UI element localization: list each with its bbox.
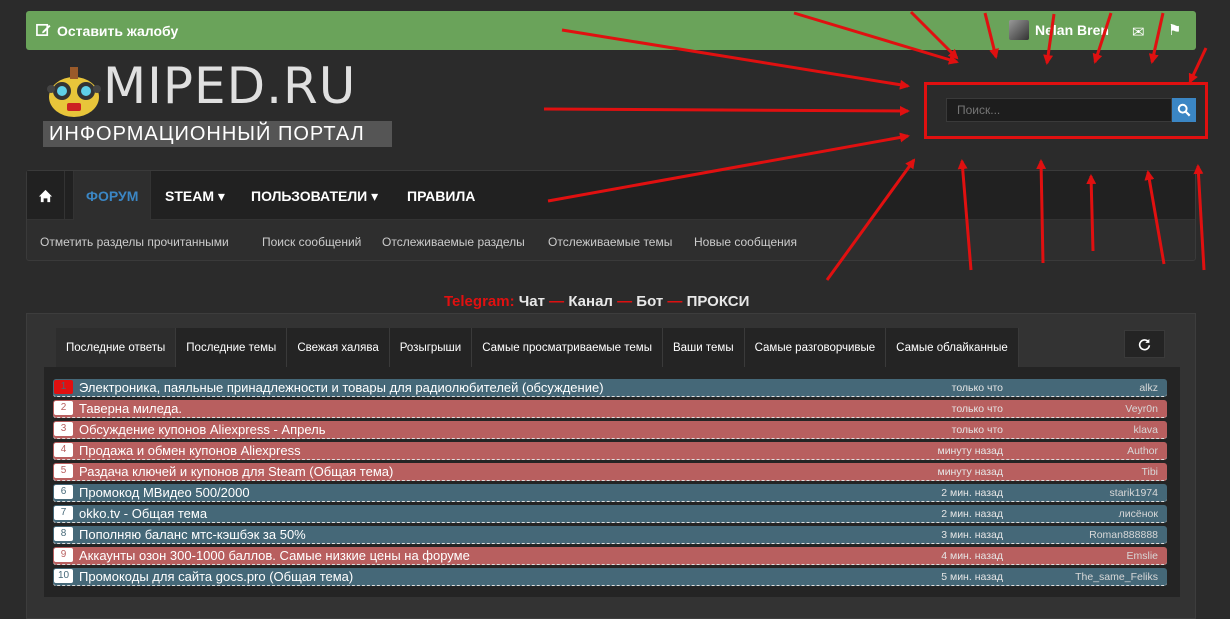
thread-time: только что [951,403,1003,415]
thread-row[interactable]: 9 Аккаунты озон 300-1000 баллов. Самые ни… [53,547,1167,565]
thread-title-link[interactable]: okko.tv - Общая тема [79,506,207,521]
mascot-logo [47,67,101,117]
thread-author-link[interactable]: The_same_Feliks [1075,571,1158,583]
thread-time: 5 мин. назад [941,571,1003,583]
thread-rank-badge: 8 [54,527,73,541]
thread-rank-badge: 9 [54,548,73,562]
thread-author-link[interactable]: Veyr0n [1125,403,1158,415]
search-button[interactable] [1172,98,1196,122]
thread-rank-badge: 3 [54,422,73,436]
thread-rank-badge: 6 [54,485,73,499]
thread-row[interactable]: 3 Обсуждение купонов Aliexpress - Апрель т… [53,421,1167,439]
new-posts-link[interactable]: Новые сообщения [694,235,797,249]
nav-users[interactable]: ПОЛЬЗОВАТЕЛИ ▾ [251,171,378,220]
thread-time: 3 мин. назад [941,529,1003,541]
nav-rules[interactable]: ПРАВИЛА [407,171,475,220]
main-navigation: ФОРУМ STEAM ▾ ПОЛЬЗОВАТЕЛИ ▾ ПРАВИЛА Отм… [26,170,1196,261]
thread-author-link[interactable]: Roman888888 [1089,529,1158,541]
nav-steam[interactable]: STEAM ▾ [165,171,225,220]
thread-row[interactable]: 8 Пополняю баланс мтс-кэшбэк за 50% 3 мин.… [53,526,1167,544]
top-bar: Оставить жалобу Nelan Bren ✉ ⚑ [26,11,1196,50]
nav-bar: ФОРУМ STEAM ▾ ПОЛЬЗОВАТЕЛИ ▾ ПРАВИЛА [27,171,1195,220]
telegram-chat-link[interactable]: Чат [519,293,545,310]
username: Nelan Bren [1035,22,1109,38]
watched-forums-link[interactable]: Отслеживаемые разделы [382,235,525,249]
tab-giveaways[interactable]: Розыгрыши [389,328,473,367]
telegram-channel-link[interactable]: Канал [568,293,613,310]
thread-title-link[interactable]: Промокоды для сайта gocs.pro (Общая тема… [79,569,353,584]
search-input[interactable] [946,98,1172,122]
tab-most-viewed[interactable]: Самые просматриваемые темы [472,328,663,367]
thread-author-link[interactable]: alkz [1139,382,1158,394]
telegram-proxy-link[interactable]: ПРОКСИ [687,293,750,310]
mark-read-link[interactable]: Отметить разделы прочитанными [40,235,229,249]
search-messages-link[interactable]: Поиск сообщений [262,235,361,249]
thread-time: 4 мин. назад [941,550,1003,562]
thread-time: только что [951,382,1003,394]
thread-title-link[interactable]: Обсуждение купонов Aliexpress - Апрель [79,422,326,437]
site-logo[interactable]: MIPED.RU ИНФОРМАЦИОННЫЙ ПОРТАЛ [43,57,393,147]
separator: — [617,293,633,310]
thread-rank-badge: 5 [54,464,73,478]
thread-author-link[interactable]: starik1974 [1110,487,1158,499]
search-icon [1177,103,1191,117]
thread-time: только что [951,424,1003,436]
watched-threads-link[interactable]: Отслеживаемые темы [548,235,672,249]
thread-time: 2 мин. назад [941,508,1003,520]
telegram-label: Telegram: [444,293,515,310]
edit-icon [36,22,51,40]
thread-author-link[interactable]: лисёнок [1119,508,1158,520]
thread-title-link[interactable]: Пополняю баланс мтс-кэшбэк за 50% [79,527,306,542]
refresh-button[interactable] [1124,330,1165,358]
thread-rank-badge: 7 [54,506,73,520]
thread-row[interactable]: 1 Электроника, паяльные принадлежности и … [53,379,1167,397]
thread-title-link[interactable]: Электроника, паяльные принадлежности и т… [79,380,604,395]
thread-author-link[interactable]: Emslie [1126,550,1158,562]
thread-rank-badge: 2 [54,401,73,415]
refresh-icon [1138,338,1151,350]
thread-title-link[interactable]: Промокод МВидео 500/2000 [79,485,250,500]
thread-title-link[interactable]: Продажа и обмен купонов Aliexpress [79,443,301,458]
logo-subtitle: ИНФОРМАЦИОННЫЙ ПОРТАЛ [43,121,392,147]
tab-most-liked[interactable]: Самые облайканные [886,328,1019,367]
thread-row[interactable]: 4 Продажа и обмен купонов Aliexpress минут… [53,442,1167,460]
tab-most-talkative[interactable]: Самые разговорчивые [744,328,887,367]
thread-time: минуту назад [937,445,1003,457]
complaint-button[interactable]: Оставить жалобу [36,22,178,40]
telegram-bot-link[interactable]: Бот [636,293,663,310]
separator: — [667,293,683,310]
thread-author-link[interactable]: klava [1133,424,1158,436]
thread-title-link[interactable]: Таверна миледа. [79,401,182,416]
telegram-links: Telegram: Чат — Канал — Бот — ПРОКСИ [444,293,749,310]
thread-row[interactable]: 6 Промокод МВидео 500/2000 2 мин. назад sta… [53,484,1167,502]
thread-rank-badge: 4 [54,443,73,457]
thread-row[interactable]: 7 okko.tv - Общая тема 2 мин. назад лисёнок [53,505,1167,523]
thread-title-link[interactable]: Аккаунты озон 300-1000 баллов. Самые низ… [79,548,470,563]
mail-icon[interactable]: ✉ [1132,23,1145,41]
avatar [1009,20,1029,40]
threads-tabs: Последние ответы Последние темы Свежая х… [56,328,1019,367]
home-button[interactable] [27,171,65,220]
home-icon [38,189,53,202]
thread-rank-badge: 10 [54,569,73,583]
flag-icon[interactable]: ⚑ [1168,21,1181,39]
tab-latest-replies[interactable]: Последние ответы [56,328,177,367]
thread-author-link[interactable]: Tibi [1141,466,1158,478]
complaint-label: Оставить жалобу [57,23,179,39]
logo-title: MIPED.RU [103,57,357,115]
tab-freebies[interactable]: Свежая халява [287,328,390,367]
thread-row[interactable]: 2 Таверна миледа. только что Veyr0n [53,400,1167,418]
thread-row[interactable]: 5 Раздача ключей и купонов для Steam (Общ… [53,463,1167,481]
nav-forum[interactable]: ФОРУМ [73,171,152,220]
tab-your-threads[interactable]: Ваши темы [662,328,745,367]
thread-time: минуту назад [937,466,1003,478]
thread-title-link[interactable]: Раздача ключей и купонов для Steam (Обща… [79,464,393,479]
thread-author-link[interactable]: Author [1127,445,1158,457]
user-menu[interactable]: Nelan Bren [1009,20,1109,40]
thread-row[interactable]: 10 Промокоды для сайта gocs.pro (Общая те… [53,568,1167,586]
thread-time: 2 мин. назад [941,487,1003,499]
thread-rank-badge: 1 [54,380,73,394]
separator: — [549,293,565,310]
tab-latest-threads[interactable]: Последние темы [176,328,288,367]
